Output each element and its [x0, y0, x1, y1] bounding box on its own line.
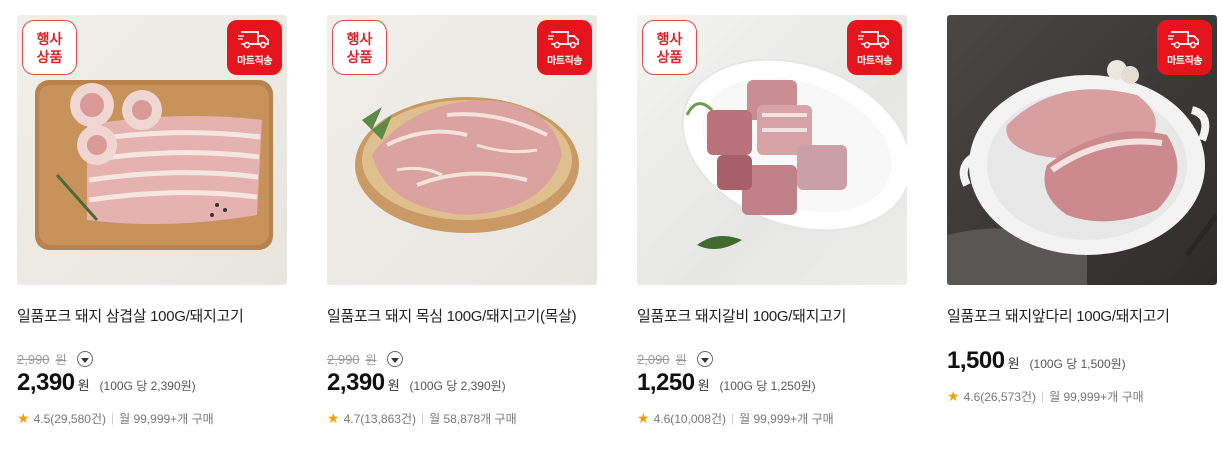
- mart-delivery-badge: 마트직송: [847, 20, 902, 75]
- star-icon: ★: [17, 409, 30, 426]
- price-unit: 원: [697, 378, 710, 393]
- sale-price: 2,390: [17, 369, 75, 396]
- mart-delivery-badge: 마트직송: [227, 20, 282, 75]
- purchase-count: 월 99,999+개 구매: [1049, 389, 1144, 404]
- chevron-down-icon[interactable]: [76, 351, 93, 367]
- product-card[interactable]: 행사 상품 마트직송 일품포크 돼지갈비 100G/돼지고기 2,090 원 1…: [637, 15, 907, 427]
- rating-row: ★ 4.7(13,863건) | 월 58,878개 구매: [327, 409, 597, 427]
- mart-delivery-badge: 마트직송: [1157, 20, 1212, 75]
- truck-icon: [1167, 31, 1199, 49]
- price-row: 1,500 원 (100G 당 1,500원): [947, 347, 1217, 377]
- product-name[interactable]: 일품포크 돼지 삼겹살 100G/돼지고기: [17, 305, 287, 325]
- purchase-count: 월 99,999+개 구매: [119, 411, 214, 426]
- price-row: 1,250 원 (100G 당 1,250원): [637, 369, 907, 399]
- chevron-down-icon[interactable]: [696, 351, 713, 367]
- star-icon: ★: [947, 387, 960, 404]
- original-price: 2,990: [17, 351, 50, 367]
- divider: |: [730, 411, 735, 425]
- purchase-count: 월 58,878개 구매: [429, 411, 517, 426]
- product-card[interactable]: 행사 상품 마트직송 일품포크 돼지 삼겹살 100G/돼지고기 2,990 원: [17, 15, 287, 427]
- sale-price: 1,500: [947, 347, 1005, 374]
- event-badge: 행사 상품: [642, 20, 697, 75]
- unit-price: (100G 당 2,390원): [99, 379, 196, 393]
- rating-text: 4.6(26,573건): [963, 389, 1036, 404]
- product-grid: 행사 상품 마트직송 일품포크 돼지 삼겹살 100G/돼지고기 2,990 원: [17, 15, 1217, 427]
- price-unit: 원: [1007, 356, 1020, 371]
- original-price-row: 2,090 원: [637, 349, 907, 369]
- product-image[interactable]: 행사 상품 마트직송: [327, 15, 597, 285]
- original-price-row: 2,990 원: [327, 349, 597, 369]
- sale-price: 1,250: [637, 369, 695, 396]
- price-unit: 원: [387, 378, 400, 393]
- original-price-unit: 원: [365, 352, 377, 367]
- price-row: 2,390 원 (100G 당 2,390원): [17, 369, 287, 399]
- unit-price: (100G 당 1,250원): [719, 379, 816, 393]
- product-card[interactable]: 행사 상품 마트직송 일품포크 돼지 목심 100G/돼지고기(목살) 2,99…: [327, 15, 597, 427]
- product-name[interactable]: 일품포크 돼지 목심 100G/돼지고기(목살): [327, 305, 597, 325]
- unit-price: (100G 당 1,500원): [1029, 357, 1126, 371]
- original-price: 2,090: [637, 351, 670, 367]
- purchase-count: 월 99,999+개 구매: [739, 411, 834, 426]
- rating-row: ★ 4.6(26,573건) | 월 99,999+개 구매: [947, 387, 1217, 405]
- truck-icon: [547, 31, 579, 49]
- star-icon: ★: [327, 409, 340, 426]
- event-badge: 행사 상품: [22, 20, 77, 75]
- rating-text: 4.5(29,580건): [33, 411, 106, 426]
- rating-row: ★ 4.6(10,008건) | 월 99,999+개 구매: [637, 409, 907, 427]
- original-price-unit: 원: [675, 352, 687, 367]
- original-price-row: 2,990 원: [17, 349, 287, 369]
- rating-row: ★ 4.5(29,580건) | 월 99,999+개 구매: [17, 409, 287, 427]
- unit-price: (100G 당 2,390원): [409, 379, 506, 393]
- product-card[interactable]: 마트직송 일품포크 돼지앞다리 100G/돼지고기 1,500 원 (100G …: [947, 15, 1217, 427]
- rating-text: 4.6(10,008건): [653, 411, 726, 426]
- product-image[interactable]: 행사 상품 마트직송: [637, 15, 907, 285]
- original-price: 2,990: [327, 351, 360, 367]
- divider: |: [1040, 389, 1045, 403]
- price-unit: 원: [77, 378, 90, 393]
- rating-text: 4.7(13,863건): [343, 411, 416, 426]
- product-image[interactable]: 행사 상품 마트직송: [17, 15, 287, 285]
- sale-price: 2,390: [327, 369, 385, 396]
- truck-icon: [237, 31, 269, 49]
- price-row: 2,390 원 (100G 당 2,390원): [327, 369, 597, 399]
- event-badge: 행사 상품: [332, 20, 387, 75]
- mart-delivery-badge: 마트직송: [537, 20, 592, 75]
- original-price-unit: 원: [55, 352, 67, 367]
- star-icon: ★: [637, 409, 650, 426]
- product-image[interactable]: 마트직송: [947, 15, 1217, 285]
- divider: |: [420, 411, 425, 425]
- product-name[interactable]: 일품포크 돼지갈비 100G/돼지고기: [637, 305, 907, 325]
- product-name[interactable]: 일품포크 돼지앞다리 100G/돼지고기: [947, 305, 1217, 325]
- divider: |: [110, 411, 115, 425]
- chevron-down-icon[interactable]: [386, 351, 403, 367]
- truck-icon: [857, 31, 889, 49]
